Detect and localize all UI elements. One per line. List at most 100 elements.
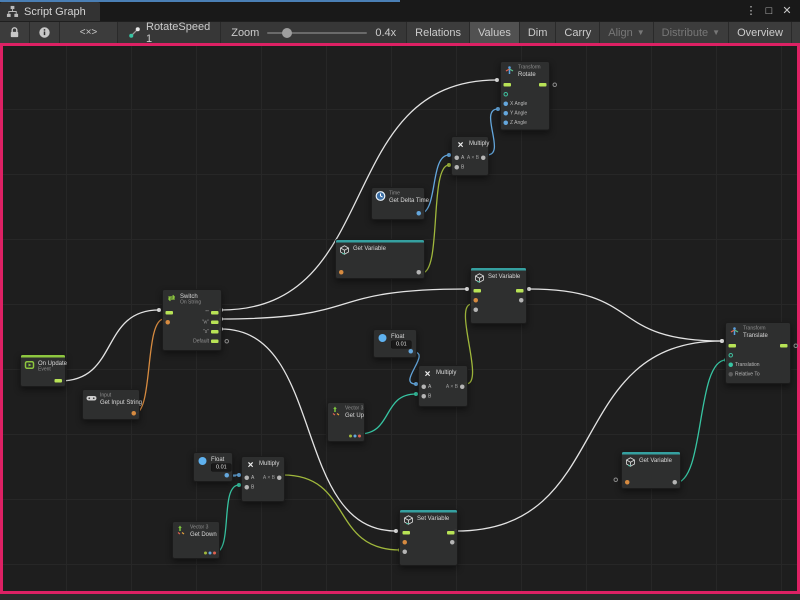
port[interactable] bbox=[417, 270, 422, 275]
code-button[interactable]: <×> bbox=[60, 22, 118, 43]
node-set-variable-mid[interactable]: Set Variable bbox=[470, 267, 527, 324]
node-get-variable-right[interactable]: Get Variable bbox=[621, 451, 681, 489]
node-set-variable-bottom[interactable]: Set Variable bbox=[399, 509, 458, 566]
port[interactable] bbox=[729, 363, 734, 368]
graph-canvas[interactable]: On UpdateEvent InputGet Input String ⇄Swit… bbox=[0, 43, 800, 594]
view-button-carry[interactable]: Carry bbox=[556, 22, 600, 43]
port[interactable] bbox=[209, 552, 212, 555]
info-button[interactable] bbox=[30, 22, 60, 43]
node-float-top[interactable]: Float0.01 bbox=[373, 329, 417, 358]
node-value-box[interactable]: 0.01 bbox=[211, 464, 232, 472]
node-float-bottom[interactable]: Float0.01 bbox=[193, 452, 233, 482]
port[interactable] bbox=[245, 485, 250, 490]
port[interactable] bbox=[729, 344, 737, 348]
node-get-delta-time[interactable]: TimeGet Delta Time bbox=[371, 187, 425, 220]
port[interactable] bbox=[132, 411, 137, 416]
port[interactable] bbox=[403, 531, 411, 535]
node-title: On String bbox=[180, 300, 201, 306]
port[interactable] bbox=[504, 121, 509, 126]
node-get-input-string[interactable]: InputGet Input String bbox=[82, 389, 140, 420]
node-transform-translate[interactable]: TransformTranslateTranslationRelative To bbox=[725, 322, 791, 384]
window-close-button[interactable]: ✕ bbox=[780, 4, 794, 17]
view-button-distribute[interactable]: Distribute▼ bbox=[654, 22, 729, 43]
port[interactable] bbox=[204, 552, 207, 555]
node-title: Float bbox=[391, 333, 412, 340]
node-on-update[interactable]: On UpdateEvent bbox=[20, 354, 66, 387]
port[interactable] bbox=[474, 289, 482, 293]
port[interactable] bbox=[166, 311, 174, 315]
port[interactable] bbox=[403, 550, 408, 555]
node-multiply-bottom[interactable]: ×MultiplyAA × BB bbox=[241, 456, 285, 502]
port[interactable] bbox=[455, 165, 460, 170]
port[interactable] bbox=[504, 111, 509, 116]
node-multiply-mid[interactable]: ×MultiplyAA × BB bbox=[418, 365, 468, 407]
port[interactable] bbox=[673, 480, 678, 485]
port[interactable] bbox=[422, 394, 427, 399]
port[interactable] bbox=[460, 385, 465, 390]
port[interactable] bbox=[354, 435, 357, 438]
window-menu-button[interactable]: ⋮ bbox=[744, 4, 758, 17]
port[interactable] bbox=[245, 476, 250, 481]
port[interactable] bbox=[539, 83, 547, 87]
port[interactable] bbox=[481, 156, 486, 161]
node-switch-on-string[interactable]: ⇄SwitchOn String"""w""s"Default bbox=[162, 289, 222, 351]
port[interactable] bbox=[339, 270, 344, 275]
port[interactable] bbox=[516, 289, 524, 293]
port[interactable] bbox=[519, 298, 524, 303]
port[interactable] bbox=[794, 344, 799, 349]
port[interactable] bbox=[422, 385, 427, 390]
view-button-dim[interactable]: Dim bbox=[520, 22, 557, 43]
port-label: B bbox=[428, 394, 431, 400]
zoom-slider[interactable] bbox=[267, 28, 367, 38]
view-button-values[interactable]: Values bbox=[470, 22, 520, 43]
node-vector3-get-down[interactable]: Vector 3Get Down bbox=[172, 521, 220, 559]
port[interactable] bbox=[504, 102, 509, 107]
node-color-bar bbox=[471, 268, 526, 271]
port[interactable] bbox=[614, 478, 619, 483]
port[interactable] bbox=[211, 340, 219, 344]
port[interactable] bbox=[358, 435, 361, 438]
port[interactable] bbox=[474, 308, 479, 313]
port[interactable] bbox=[213, 552, 216, 555]
port-label: "w" bbox=[202, 320, 209, 326]
port[interactable] bbox=[455, 156, 460, 161]
port[interactable] bbox=[450, 540, 455, 545]
port[interactable] bbox=[225, 473, 230, 478]
port[interactable] bbox=[409, 349, 414, 354]
view-button-overview[interactable]: Overview bbox=[729, 22, 792, 43]
window-maximize-button[interactable]: □ bbox=[762, 5, 776, 17]
port[interactable] bbox=[447, 531, 455, 535]
tab-script-graph[interactable]: Script Graph bbox=[0, 2, 100, 21]
zoom-slider-knob[interactable] bbox=[282, 28, 292, 38]
port[interactable] bbox=[211, 321, 219, 325]
view-button-full-screen[interactable]: Full Screen bbox=[792, 22, 800, 43]
port[interactable] bbox=[729, 372, 734, 377]
view-button-relations[interactable]: Relations bbox=[407, 22, 470, 43]
node-value-box[interactable]: 0.01 bbox=[391, 341, 412, 349]
port[interactable] bbox=[403, 540, 408, 545]
port[interactable] bbox=[504, 92, 509, 97]
node-transform-rotate[interactable]: TransformRotateX AngleY AngleZ Angle bbox=[500, 61, 550, 131]
port[interactable] bbox=[277, 476, 282, 481]
node-vector3-get-up[interactable]: Vector 3Get Up bbox=[327, 402, 365, 442]
port-label: Relative To bbox=[735, 372, 760, 378]
port-label: A × B bbox=[467, 155, 479, 161]
port[interactable] bbox=[474, 298, 479, 303]
graph-name-badge[interactable]: RotateSpeed 1 bbox=[118, 22, 221, 43]
port[interactable] bbox=[211, 311, 219, 315]
port[interactable] bbox=[780, 344, 788, 348]
port[interactable] bbox=[349, 435, 352, 438]
lock-button[interactable] bbox=[0, 22, 30, 43]
node-multiply-top[interactable]: ×MultiplyAA × BB bbox=[451, 136, 489, 176]
port[interactable] bbox=[211, 330, 219, 334]
node-get-variable-top[interactable]: Get Variable bbox=[335, 239, 425, 279]
script-graph-window: Script Graph ⋮ □ ✕ <×> RotateSpeed 1 Zoo… bbox=[0, 0, 800, 600]
port[interactable] bbox=[729, 353, 734, 358]
port[interactable] bbox=[625, 480, 630, 485]
port[interactable] bbox=[55, 379, 63, 383]
view-button-align[interactable]: Align▼ bbox=[600, 22, 653, 43]
port-label: X Angle bbox=[510, 101, 527, 107]
port[interactable] bbox=[166, 320, 171, 325]
port[interactable] bbox=[504, 83, 512, 87]
port[interactable] bbox=[417, 211, 422, 216]
